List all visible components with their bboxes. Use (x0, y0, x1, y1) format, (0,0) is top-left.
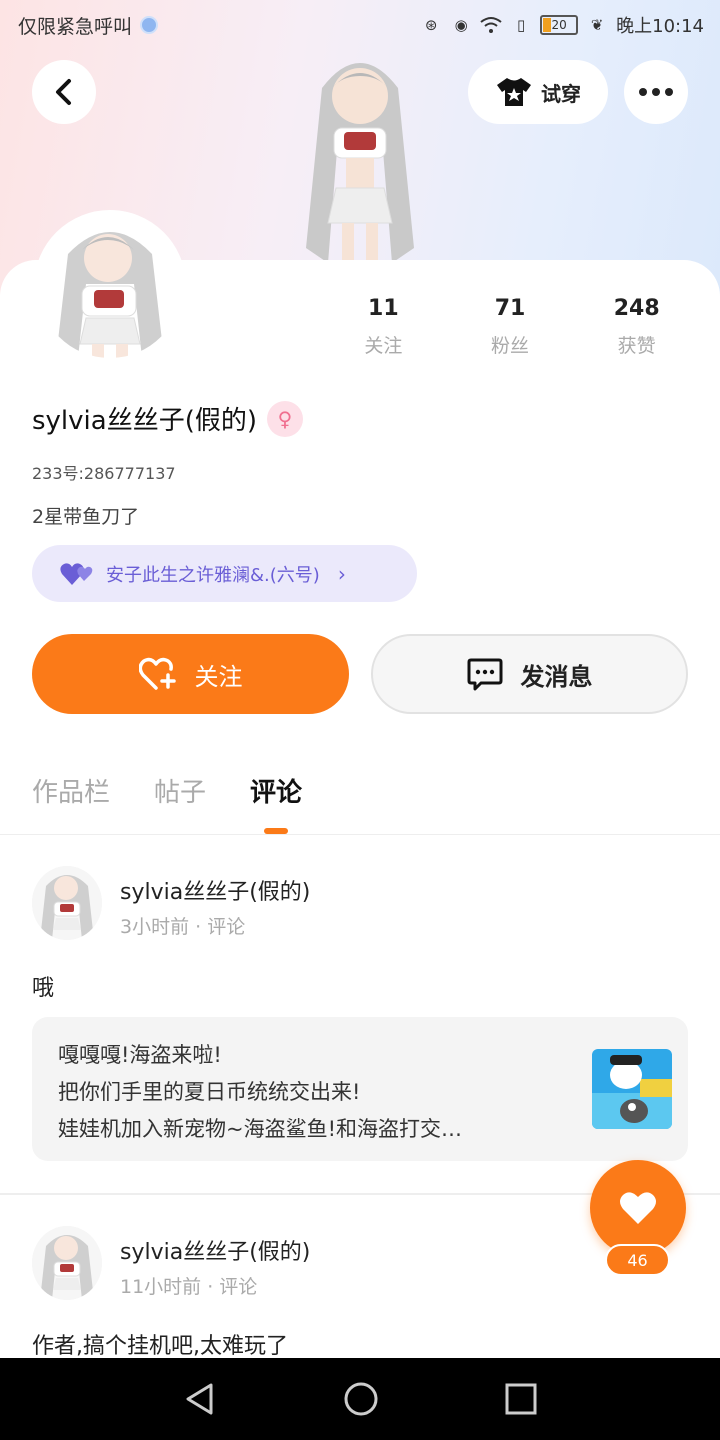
tshirt-icon (497, 78, 531, 106)
nav-recents-icon[interactable] (505, 1383, 537, 1415)
profile-tabs: 作品栏 帖子 评论 (32, 772, 302, 834)
user-name: sylvia丝丝子(假的) (32, 406, 257, 436)
follow-button[interactable]: 关注 (32, 634, 349, 714)
stat-likes-value: 248 (613, 296, 660, 321)
hearts-icon (60, 562, 93, 585)
clock: 晚上10:14 (616, 16, 704, 37)
follow-label: 关注 (194, 662, 243, 691)
carrier-text: 仅限紧急呼叫 (18, 15, 133, 38)
stat-likes[interactable]: 248 获赞 (573, 296, 700, 358)
network-icon (140, 16, 159, 34)
post-avatar[interactable] (32, 1226, 102, 1300)
stat-following-value: 11 (368, 296, 399, 321)
message-button[interactable]: 发消息 (371, 634, 688, 714)
sim-alert-icon: ▯ (516, 16, 526, 34)
tabs-divider (0, 834, 720, 835)
profile-stats: 11 关注 71 粉丝 248 获赞 (320, 296, 700, 358)
try-on-label: 试穿 (541, 81, 581, 106)
nav-home-icon[interactable] (343, 1381, 379, 1417)
leaf-icon: ❦ (590, 16, 604, 34)
message-label: 发消息 (520, 662, 593, 691)
female-icon: ♀ (267, 400, 303, 437)
eye-icon: ◉ (454, 16, 468, 34)
like-count: 46 (605, 1244, 670, 1276)
relationship-tag[interactable]: 安子此生之许雅澜&.(六号) › (32, 545, 417, 602)
post-author: sylvia丝丝子(假的) (120, 1240, 311, 1265)
battery-icon: 20 (540, 15, 579, 35)
post-avatar[interactable] (32, 866, 102, 940)
stat-following-label: 关注 (364, 335, 403, 357)
chevron-right-icon: › (337, 561, 346, 586)
quoted-post[interactable]: 嘎嘎嘎!海盗来啦! 把你们手里的夏日币统统交出来! 娃娃机加入新宠物~海盗鲨鱼!… (32, 1017, 688, 1161)
quoted-line: 娃娃机加入新宠物~海盗鲨鱼!和海盗打交… (58, 1117, 463, 1141)
stat-likes-label: 获赞 (617, 335, 656, 357)
chat-icon (467, 658, 502, 691)
post-meta: 3小时前 · 评论 (120, 916, 246, 938)
tab-comments[interactable]: 评论 (250, 772, 302, 834)
stat-following[interactable]: 11 关注 (320, 296, 447, 358)
more-button[interactable] (624, 60, 688, 124)
back-button[interactable] (32, 60, 96, 124)
tab-posts[interactable]: 帖子 (154, 772, 206, 809)
like-button[interactable] (590, 1160, 686, 1256)
heart-plus-icon (138, 657, 176, 690)
post-text: 作者,搞个挂机吧,太难玩了 (32, 1334, 288, 1359)
relationship-tag-label: 安子此生之许雅澜&.(六号) (106, 564, 320, 586)
stat-fans[interactable]: 71 粉丝 (447, 296, 574, 358)
chevron-left-icon (56, 79, 71, 105)
quoted-thumbnail (592, 1049, 672, 1129)
user-id: 233号:286777137 (32, 464, 176, 483)
post-meta: 11小时前 · 评论 (120, 1276, 258, 1298)
heart-icon (620, 1192, 656, 1224)
system-nav-bar (0, 1358, 720, 1440)
avatar[interactable] (34, 210, 186, 362)
tab-works[interactable]: 作品栏 (32, 772, 110, 809)
more-dots-icon (639, 88, 647, 96)
quoted-line: 把你们手里的夏日币统统交出来! (58, 1080, 361, 1104)
post-text: 哦 (32, 976, 55, 1001)
user-bio: 2星带鱼刀了 (32, 506, 140, 528)
status-bar: 仅限紧急呼叫 ⊛ ◉ ▯ 20 ❦ 晚上10:14 (0, 0, 720, 50)
data-saver-icon: ⊛ (424, 16, 438, 34)
quoted-line: 嘎嘎嘎!海盗来啦! (58, 1043, 222, 1067)
name-row: sylvia丝丝子(假的) ♀ (32, 400, 303, 437)
stat-fans-value: 71 (494, 296, 526, 321)
nav-back-icon[interactable] (183, 1382, 217, 1416)
stat-fans-label: 粉丝 (491, 335, 530, 357)
post-author: sylvia丝丝子(假的) (120, 880, 311, 905)
wifi-icon (480, 14, 502, 36)
try-on-button[interactable]: 试穿 (468, 60, 608, 124)
avatar-3d-figure (306, 63, 414, 263)
